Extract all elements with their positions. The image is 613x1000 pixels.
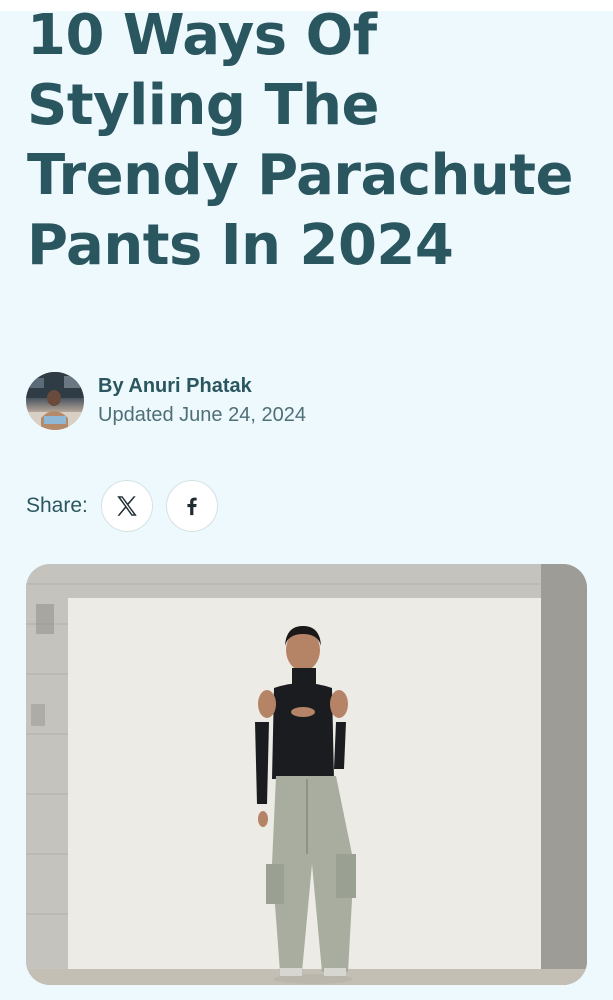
hero-photo	[26, 564, 587, 985]
x-icon	[117, 496, 137, 516]
facebook-icon	[187, 497, 197, 516]
author-name[interactable]: By Anuri Phatak	[98, 372, 306, 400]
share-label: Share:	[26, 494, 88, 517]
updated-date: Updated June 24, 2024	[98, 404, 306, 426]
share-bar: Share:	[26, 480, 231, 532]
article-title: 10 Ways Of Styling The Trendy Parachute …	[27, 3, 574, 278]
author-meta: By Anuri Phatak Updated June 24, 2024	[98, 372, 306, 430]
hero-image	[26, 564, 587, 985]
share-x-button[interactable]	[100, 480, 153, 532]
share-facebook-button[interactable]	[165, 480, 218, 532]
author-avatar[interactable]	[26, 372, 84, 430]
byline: By Anuri Phatak Updated June 24, 2024	[26, 371, 586, 431]
avatar-image	[26, 372, 84, 430]
